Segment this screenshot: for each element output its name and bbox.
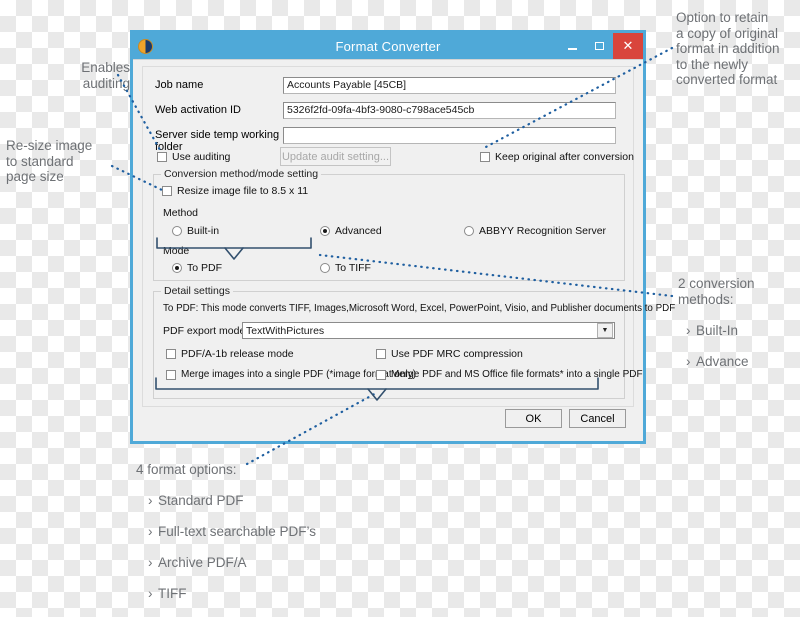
job-name-input[interactable]: Accounts Payable [45CB] xyxy=(283,77,616,94)
chevron-down-icon[interactable]: ▼ xyxy=(597,323,613,338)
checkbox-box-icon xyxy=(376,349,386,359)
radio-circle-icon xyxy=(172,226,182,236)
keep-original-label: Keep original after conversion xyxy=(495,151,634,163)
pdf-export-mode-select[interactable]: TextWithPictures ▼ xyxy=(242,322,615,339)
maximize-button[interactable] xyxy=(586,33,613,59)
format-converter-window: Format Converter ✕ Job name Accounts Pay… xyxy=(130,30,646,444)
method-advanced-label: Advanced xyxy=(335,225,382,237)
annotation-conversion-methods-title: 2 conversion xyxy=(678,276,798,292)
checkbox-mrc-label: Use PDF MRC compression xyxy=(391,348,523,360)
mode-radio-to-pdf[interactable]: To PDF xyxy=(172,262,222,274)
method-abbyy-label: ABBYY Recognition Server xyxy=(479,225,606,237)
app-circle-icon xyxy=(138,39,153,54)
resize-image-label: Resize image file to 8.5 x 11 xyxy=(177,185,308,197)
radio-circle-icon xyxy=(320,263,330,273)
checkbox-box-icon xyxy=(376,370,386,380)
job-name-row: Job name xyxy=(155,79,283,91)
annotation-format-options: 4 format options: Standard PDF Full-text… xyxy=(136,462,376,617)
method-radio-advanced[interactable]: Advanced xyxy=(320,225,382,237)
conversion-method-group: Conversion method/mode setting Resize im… xyxy=(153,174,625,281)
pdf-export-mode-value: TextWithPictures xyxy=(246,325,324,337)
annotation-conversion-methods-list: Built-In Advance xyxy=(678,307,798,385)
mode-label: Mode xyxy=(163,245,189,257)
window-controls: ✕ xyxy=(559,33,643,59)
list-item: Full-text searchable PDF’s xyxy=(148,524,376,540)
update-audit-setting-button[interactable]: Update audit setting... xyxy=(280,147,391,166)
list-item: Built-In xyxy=(686,323,798,339)
annotation-format-options-title: 4 format options: xyxy=(136,462,376,478)
radio-circle-icon xyxy=(464,226,474,236)
detail-settings-group: Detail settings To PDF: This mode conver… xyxy=(153,291,625,399)
method-radio-abbyy[interactable]: ABBYY Recognition Server xyxy=(464,225,606,237)
temp-folder-input[interactable] xyxy=(283,127,616,144)
use-auditing-checkbox[interactable]: Use auditing xyxy=(157,151,230,163)
checkbox-pdfa1b-label: PDF/A-1b release mode xyxy=(181,348,294,360)
resize-image-checkbox[interactable]: Resize image file to 8.5 x 11 xyxy=(162,185,308,197)
mode-radio-to-tiff[interactable]: To TIFF xyxy=(320,262,371,274)
checkbox-merge-office[interactable]: Merge PDF and MS Office file formats* in… xyxy=(376,369,643,380)
checkbox-box-icon xyxy=(166,370,176,380)
method-label: Method xyxy=(163,207,198,219)
annotation-enables-auditing: Enables auditing xyxy=(10,60,130,91)
list-item: TIFF xyxy=(148,586,376,602)
minimize-button[interactable] xyxy=(559,33,586,59)
list-item: Advance xyxy=(686,354,798,370)
method-built-in-label: Built-in xyxy=(187,225,219,237)
checkbox-pdfa1b[interactable]: PDF/A-1b release mode xyxy=(166,348,294,360)
title-bar[interactable]: Format Converter ✕ xyxy=(133,33,643,59)
window-client-area: Job name Accounts Payable [45CB] Web act… xyxy=(133,59,643,441)
method-radio-built-in[interactable]: Built-in xyxy=(172,225,219,237)
use-auditing-label: Use auditing xyxy=(172,151,230,163)
pdf-export-mode-label: PDF export mode xyxy=(163,325,245,337)
web-activation-id-row: Web activation ID xyxy=(155,104,283,116)
temp-folder-row: Server side temp working folder xyxy=(155,129,283,153)
dialog-panel: Job name Accounts Payable [45CB] Web act… xyxy=(142,66,634,407)
checkbox-box-icon xyxy=(480,152,490,162)
list-item: Archive PDF/A xyxy=(148,555,376,571)
mode-to-pdf-label: To PDF xyxy=(187,262,222,274)
checkbox-box-icon xyxy=(157,152,167,162)
radio-circle-icon xyxy=(172,263,182,273)
job-name-label: Job name xyxy=(155,79,283,91)
radio-circle-icon xyxy=(320,226,330,236)
close-icon[interactable]: ✕ xyxy=(613,33,643,59)
annotation-conversion-methods: 2 conversion methods: Built-In Advance xyxy=(678,276,798,385)
checkbox-box-icon xyxy=(162,186,172,196)
annotation-resize-image: Re-size image to standard page size xyxy=(6,138,134,185)
mode-to-tiff-label: To TIFF xyxy=(335,262,371,274)
cancel-button[interactable]: Cancel xyxy=(569,409,626,428)
detail-description: To PDF: This mode converts TIFF, Images,… xyxy=(163,303,675,314)
conversion-method-caption: Conversion method/mode setting xyxy=(161,168,321,180)
web-activation-id-input[interactable]: 5326f2fd-09fa-4bf3-9080-c798ace545cb xyxy=(283,102,616,119)
keep-original-checkbox[interactable]: Keep original after conversion xyxy=(480,151,634,163)
web-activation-id-label: Web activation ID xyxy=(155,104,283,116)
checkbox-box-icon xyxy=(166,349,176,359)
ok-button[interactable]: OK xyxy=(505,409,562,428)
annotation-conversion-methods-sub: methods: xyxy=(678,292,798,308)
annotation-keep-original: Option to retain a copy of original form… xyxy=(676,10,800,88)
checkbox-mrc[interactable]: Use PDF MRC compression xyxy=(376,348,523,360)
detail-settings-caption: Detail settings xyxy=(161,285,233,297)
list-item: Standard PDF xyxy=(148,493,376,509)
checkbox-merge-office-label: Merge PDF and MS Office file formats* in… xyxy=(391,369,643,380)
annotation-format-options-list: Standard PDF Full-text searchable PDF’s … xyxy=(136,478,376,617)
temp-folder-label: Server side temp working folder xyxy=(155,129,283,153)
